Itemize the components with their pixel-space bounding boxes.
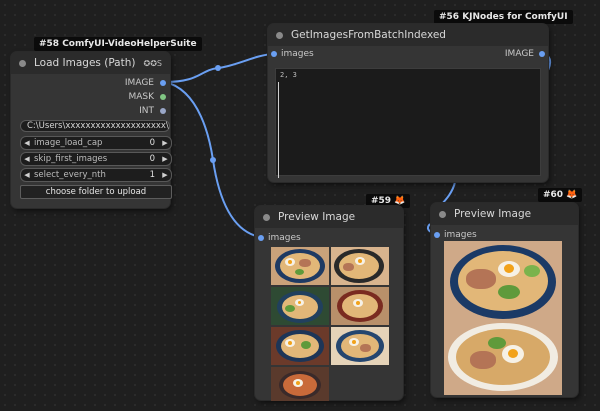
vhs-icons: ✪✪S	[143, 58, 162, 68]
preview-image-large[interactable]	[444, 241, 562, 395]
preview-thumbnail[interactable]	[271, 287, 329, 325]
output-image-label: IMAGE	[124, 78, 154, 88]
input-images-label: images	[444, 230, 477, 240]
preview-thumbnail[interactable]	[331, 247, 389, 285]
text-caret	[278, 82, 279, 178]
select-every-nth-widget[interactable]: ◀ select_every_nth 1 ▶	[20, 168, 172, 182]
wire-reroute-dot[interactable]	[210, 157, 216, 163]
input-images-slot[interactable]	[258, 235, 264, 241]
increment-arrow-icon[interactable]: ▶	[159, 171, 171, 179]
increment-arrow-icon[interactable]: ▶	[159, 155, 171, 163]
fox-icon: 🦊	[394, 196, 406, 206]
thumbnail-grid	[271, 247, 389, 401]
node-title: GetImagesFromBatchIndexed	[291, 29, 446, 41]
choose-folder-button[interactable]: choose folder to upload	[20, 185, 172, 199]
output-int-slot[interactable]	[160, 108, 166, 114]
wire-image-to-preview59[interactable]	[164, 81, 261, 238]
decrement-arrow-icon[interactable]: ◀	[21, 139, 33, 147]
output-int-label: INT	[139, 106, 154, 116]
indexes-textarea[interactable]: 2, 3	[275, 68, 541, 176]
node-title: Preview Image	[278, 211, 356, 223]
directory-path-input[interactable]: C:\Users\xxxxxxxxxxxxxxxxxxxx\	[20, 120, 170, 132]
decrement-arrow-icon[interactable]: ◀	[21, 155, 33, 163]
output-image-slot[interactable]	[160, 80, 166, 86]
node60-badge-text: #60	[543, 190, 564, 200]
load-images-node[interactable]: Load Images (Path) ✪✪S IMAGE MASK INT C:…	[11, 52, 172, 208]
collapse-dot-icon[interactable]	[19, 59, 26, 67]
wire-image-to-batch[interactable]	[164, 53, 274, 83]
input-images-slot[interactable]	[271, 51, 277, 57]
node56-badge-text: #56 KJNodes for ComfyUI	[439, 12, 568, 22]
node59-badge-text: #59	[371, 196, 392, 206]
collapse-dot-icon[interactable]	[276, 31, 283, 39]
output-image-slot[interactable]	[539, 51, 545, 57]
collapse-dot-icon[interactable]	[439, 210, 446, 218]
preview-thumbnail[interactable]	[271, 327, 329, 365]
node-title-bar[interactable]: GetImagesFromBatchIndexed	[268, 24, 548, 46]
node-title: Preview Image	[454, 208, 532, 220]
input-images-label: images	[281, 49, 314, 59]
node-title-bar[interactable]: Preview Image	[431, 203, 578, 225]
decrement-arrow-icon[interactable]: ◀	[21, 171, 33, 179]
output-mask-label: MASK	[128, 92, 154, 102]
node58-badge-text: #58 ComfyUI-VideoHelperSuite	[39, 39, 197, 49]
output-mask-slot[interactable]	[160, 94, 166, 100]
get-images-from-batch-node[interactable]: GetImagesFromBatchIndexed images IMAGE 2…	[268, 24, 548, 182]
node-badge: #56 KJNodes for ComfyUI	[434, 10, 573, 24]
skip-first-images-widget[interactable]: ◀ skip_first_images 0 ▶	[20, 152, 172, 166]
preview-thumbnail[interactable]	[331, 327, 389, 365]
wire-reroute-dot[interactable]	[215, 65, 221, 71]
output-image-label: IMAGE	[504, 49, 534, 59]
node-badge: #60 🦊	[538, 188, 583, 202]
preview-thumbnail[interactable]	[271, 247, 329, 285]
node-badge: #58 ComfyUI-VideoHelperSuite	[34, 37, 202, 51]
preview-image-node-60[interactable]: Preview Image images	[431, 203, 578, 397]
node-title: Load Images (Path)	[34, 57, 136, 69]
input-images-slot[interactable]	[434, 232, 440, 238]
fox-icon: 🦊	[566, 190, 578, 200]
preview-image-node-59[interactable]: Preview Image images	[255, 206, 403, 401]
node-title-bar[interactable]: Load Images (Path) ✪✪S	[11, 52, 170, 74]
node-title-bar[interactable]: Preview Image	[255, 206, 403, 228]
collapse-dot-icon[interactable]	[263, 213, 270, 221]
image-load-cap-widget[interactable]: ◀ image_load_cap 0 ▶	[20, 136, 172, 150]
increment-arrow-icon[interactable]: ▶	[159, 139, 171, 147]
input-images-label: images	[268, 233, 301, 243]
preview-thumbnail[interactable]	[271, 367, 329, 401]
preview-thumbnail[interactable]	[331, 287, 389, 325]
